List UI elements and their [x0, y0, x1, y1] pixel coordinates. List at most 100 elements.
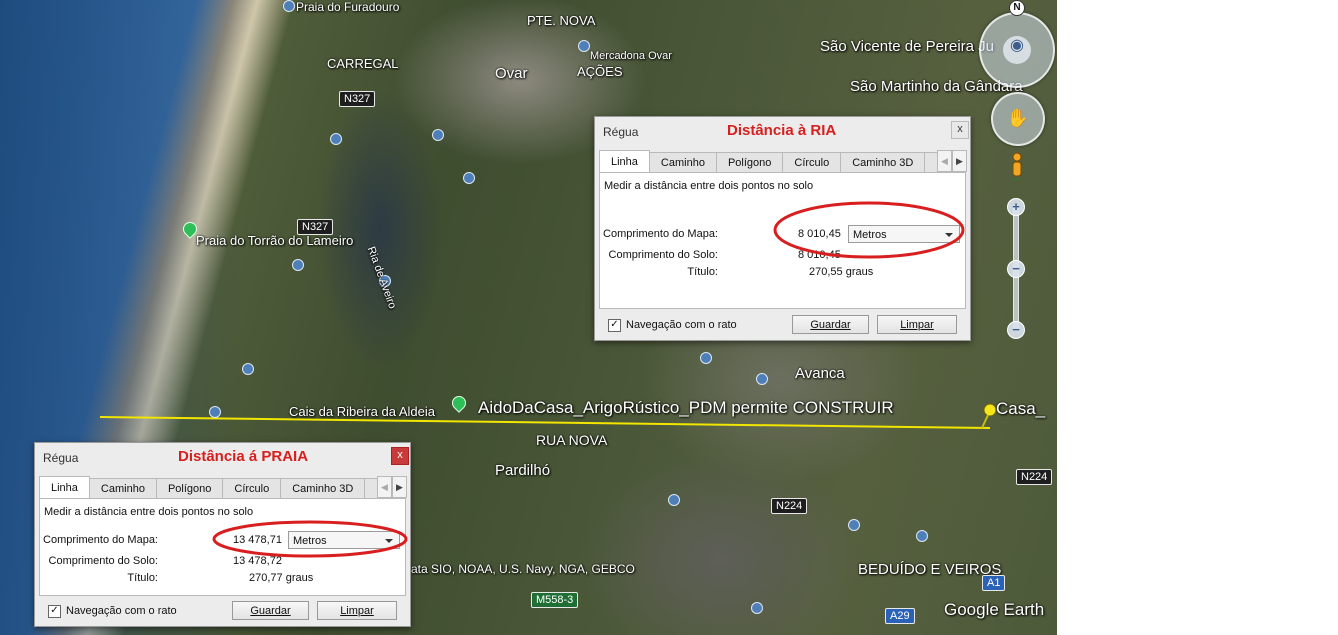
heading-label: Título:	[687, 266, 718, 278]
tab-circle[interactable]: Círculo	[222, 478, 282, 499]
tab-description: Medir a distância entre dois pontos no s…	[44, 506, 254, 518]
dialog-title: Régua	[603, 125, 639, 139]
imagery-credits: ata SIO, NOAA, U.S. Navy, NGA, GEBCO	[411, 562, 635, 576]
look-around-control[interactable]: ◉	[979, 12, 1055, 88]
clear-button[interactable]: Limpar	[877, 315, 957, 334]
beach-poi-icon[interactable]	[283, 0, 295, 12]
unit-select[interactable]: Metros	[288, 531, 400, 549]
poi-icon[interactable]	[848, 519, 860, 531]
poi-icon[interactable]	[292, 259, 304, 271]
clear-button-label: Limpar	[340, 605, 374, 617]
google-earth-logo: Google Earth	[944, 600, 1045, 619]
tab-scroll-right-icon[interactable]: ▶	[392, 476, 407, 498]
close-button[interactable]: x	[951, 121, 969, 139]
place-label: BEDUÍDO E VEIROS	[858, 561, 1002, 578]
tab-scroll-left-icon[interactable]: ◀	[377, 476, 392, 498]
compass-north-icon[interactable]: N	[1009, 0, 1025, 16]
poi-icon[interactable]	[242, 363, 254, 375]
ground-length-label: Comprimento do Solo:	[608, 249, 718, 261]
ruler-tabs: LinhaCaminhoPolígonoCírculoCaminho 3DPo	[599, 150, 962, 173]
poi-icon[interactable]	[209, 406, 221, 418]
road-shield: N224	[1016, 469, 1053, 485]
save-button-label: Guardar	[250, 605, 291, 617]
tab-path-3d[interactable]: Caminho 3D	[840, 152, 926, 173]
tab-circle[interactable]: Círculo	[782, 152, 842, 173]
heading-value: 270,55 graus	[809, 266, 874, 278]
tab-scroll-right-icon[interactable]: ▶	[952, 150, 967, 172]
ruler-dialog-praia[interactable]: Régua Distância á PRAIA x Linha Caminho Po…	[34, 442, 411, 627]
mouse-navigation-label: Navegação com o rato	[66, 605, 177, 617]
ground-length-label: Comprimento do Solo:	[48, 555, 158, 567]
zoom-out-icon[interactable]: −	[1007, 321, 1025, 339]
place-label: São Vicente de Pereira Ju	[820, 38, 995, 55]
tab-description: Medir a distância entre dois pontos no s…	[604, 180, 814, 192]
motorway-shield: A1	[982, 575, 1006, 591]
poi-icon[interactable]	[463, 172, 475, 184]
tab-path-3d[interactable]: Caminho 3D	[280, 478, 366, 499]
tab-scroll: ◀ ▶	[377, 476, 407, 498]
road-shield: M558-3	[531, 592, 579, 608]
unit-select-value: Metros	[853, 229, 887, 241]
heading-value: 270,77 graus	[249, 572, 314, 584]
save-button[interactable]: Guardar	[792, 315, 869, 334]
zoom-handle-icon[interactable]: −	[1007, 260, 1025, 278]
tab-polygon[interactable]: Polígono	[715, 152, 784, 173]
poi-icon[interactable]	[668, 494, 680, 506]
measure-line	[99, 416, 991, 429]
place-label: Avanca	[795, 365, 845, 382]
save-button[interactable]: Guardar	[232, 601, 309, 620]
tab-path[interactable]: Caminho	[88, 478, 157, 499]
heading-label: Título:	[127, 572, 158, 584]
tab-line[interactable]: Linha	[599, 150, 650, 173]
clear-button[interactable]: Limpar	[317, 601, 397, 620]
tab-scroll-left-icon[interactable]: ◀	[937, 150, 952, 172]
dialog-title: Régua	[43, 451, 79, 465]
place-label: PTE. NOVA	[527, 13, 596, 28]
shop-poi-icon[interactable]	[578, 40, 590, 52]
yellow-pushpin-icon[interactable]	[981, 403, 997, 429]
road-shield: N327	[339, 91, 376, 107]
clear-button-label: Limpar	[900, 319, 934, 331]
poi-icon[interactable]	[756, 373, 768, 385]
zoom-in-icon[interactable]: +	[1007, 198, 1025, 216]
dialog-annotation-heading: Distância á PRAIA	[178, 448, 309, 465]
unit-select-value: Metros	[293, 535, 327, 547]
road-shield: N224	[771, 498, 808, 514]
place-label: Pardilhó	[495, 462, 551, 479]
street-view-pegman-icon[interactable]	[1010, 152, 1022, 180]
map-length-value: 13 478,71	[233, 534, 282, 546]
ground-length-value: 8 010,45	[798, 249, 841, 261]
hand-icon: ✋	[1006, 108, 1030, 128]
eye-glyph-icon: ◉	[1010, 37, 1024, 54]
poi-icon[interactable]	[916, 530, 928, 542]
poi-icon[interactable]	[751, 602, 763, 614]
poi-icon[interactable]	[700, 352, 712, 364]
poi-icon[interactable]	[432, 129, 444, 141]
unit-select[interactable]: Metros	[848, 225, 960, 243]
tab-path[interactable]: Caminho	[648, 152, 717, 173]
move-control[interactable]: ✋	[991, 92, 1045, 146]
dialog-annotation-heading: Distância à RIA	[727, 122, 837, 139]
place-label: Praia do Torrão do Lameiro	[196, 233, 354, 248]
place-label: Ovar	[495, 65, 528, 82]
place-label: Praia do Furadouro	[296, 0, 400, 14]
placemark-label: AidoDaCasa_ArigoRústico_PDM permite CONS…	[478, 398, 894, 417]
mouse-navigation-checkbox[interactable]: ✓	[608, 319, 621, 332]
mouse-navigation-checkbox[interactable]: ✓	[48, 605, 61, 618]
ruler-tabs: LinhaCaminhoPolígonoCírculoCaminho 3DPo	[39, 476, 402, 499]
map-length-label: Comprimento do Mapa:	[603, 228, 718, 240]
tab-line[interactable]: Linha	[39, 476, 90, 499]
close-button[interactable]: x	[391, 447, 409, 465]
save-button-label: Guardar	[810, 319, 851, 331]
chevron-down-icon	[945, 233, 953, 237]
poi-icon[interactable]	[330, 133, 342, 145]
tab-scroll: ◀ ▶	[937, 150, 967, 172]
tab-polygon[interactable]: Polígono	[155, 478, 224, 499]
place-label: AÇÕES	[577, 64, 623, 79]
place-label: RUA NOVA	[536, 432, 608, 448]
place-label: Cais da Ribeira da Aldeia	[289, 404, 435, 419]
map-length-label: Comprimento do Mapa:	[43, 534, 158, 546]
ruler-dialog-ria[interactable]: Régua Distância à RIA x Linha Caminho Polí…	[594, 116, 971, 341]
mouse-navigation-label: Navegação com o rato	[626, 319, 737, 331]
ground-length-value: 13 478,72	[233, 555, 282, 567]
